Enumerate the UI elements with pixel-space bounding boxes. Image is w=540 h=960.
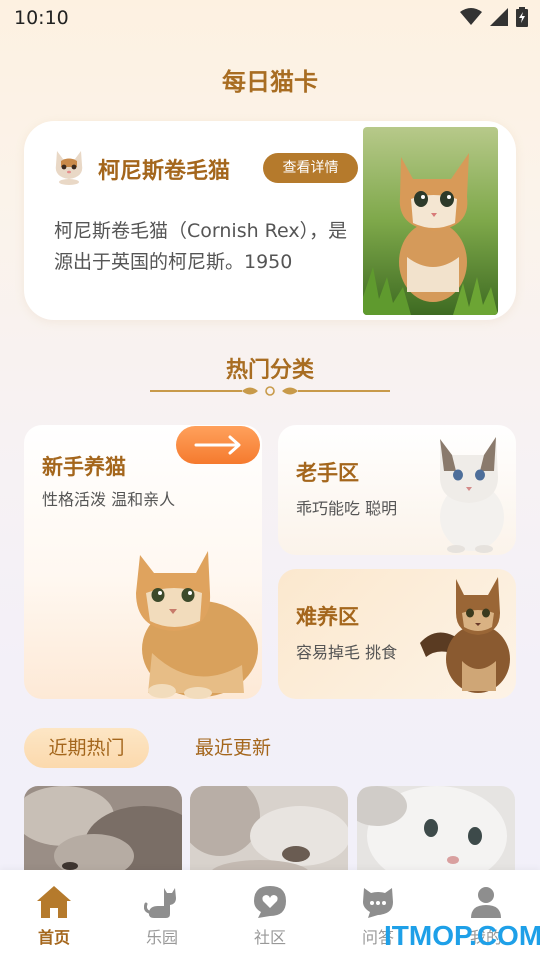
british-shorthair-cat-image xyxy=(136,551,258,699)
cat-photo-2 xyxy=(190,786,348,876)
category-hard-title: 难养区 xyxy=(296,605,359,629)
feed-thumbnail-2[interactable] xyxy=(190,786,348,876)
page-title: 每日猫卡 xyxy=(222,68,318,96)
daily-cat-name: 柯尼斯卷毛猫 xyxy=(98,159,231,184)
nav-label-home: 首页 xyxy=(37,928,70,947)
wifi-icon xyxy=(460,8,482,25)
kitten-photo xyxy=(363,127,498,315)
nav-item-community[interactable]: 社区 xyxy=(216,870,324,960)
cat-avatar-icon xyxy=(55,151,83,185)
user-icon xyxy=(471,887,501,918)
category-expert-title: 老手区 xyxy=(296,461,359,485)
status-icons xyxy=(460,7,528,27)
daily-cat-description: 柯尼斯卷毛猫（Cornish Rex），是源出于英国的柯尼斯。1950 xyxy=(54,220,348,273)
category-novice-subtitle: 性格活泼 温和亲人 xyxy=(42,490,176,509)
tab-recent-hot[interactable]: 近期热门 xyxy=(24,728,149,768)
category-expert-card[interactable]: 老手区 乖巧能吃 聪明 xyxy=(278,425,516,555)
nav-item-park[interactable]: 乐园 xyxy=(108,870,216,960)
tab-latest-updates[interactable]: 最近更新 xyxy=(195,728,271,768)
nav-item-home[interactable]: 首页 xyxy=(0,870,108,960)
category-hard-subtitle: 容易掉毛 挑食 xyxy=(296,643,398,662)
nav-label-community: 社区 xyxy=(253,928,286,947)
category-hard-card[interactable]: 难养区 容易掉毛 挑食 xyxy=(278,569,516,699)
ragdoll-cat-image xyxy=(440,437,504,553)
home-icon xyxy=(37,886,71,918)
cat-photo-3 xyxy=(357,786,515,876)
categories-title: 热门分类 xyxy=(225,358,314,383)
chat-bubble-icon xyxy=(363,888,393,918)
watermark: ITMOP.COM xyxy=(384,920,540,951)
category-expert-subtitle: 乖巧能吃 聪明 xyxy=(296,499,398,518)
category-novice-title: 新手养猫 xyxy=(42,455,126,479)
status-bar: 10:10 xyxy=(0,0,540,36)
novice-arrow-button[interactable] xyxy=(176,426,260,464)
signal-icon xyxy=(490,8,508,26)
cat-photo-1 xyxy=(24,786,182,876)
cat-icon xyxy=(144,888,176,918)
daily-cat-card[interactable]: 柯尼斯卷毛猫 查看详情 柯尼斯卷毛猫（Cornish Rex），是源出于英国的柯… xyxy=(24,121,516,320)
category-novice-card[interactable]: 新手养猫 性格活泼 温和亲人 xyxy=(24,425,262,699)
battery-icon xyxy=(516,7,528,27)
feed-thumbnail-1[interactable] xyxy=(24,786,182,876)
view-details-button[interactable]: 查看详情 xyxy=(263,153,358,183)
ornament-divider xyxy=(150,386,390,396)
maine-coon-cat-image xyxy=(420,577,510,693)
heart-chat-icon xyxy=(254,886,286,918)
feed-thumbnail-3[interactable] xyxy=(357,786,515,876)
nav-label-park: 乐园 xyxy=(145,928,178,947)
arrow-right-icon xyxy=(194,435,241,455)
status-time: 10:10 xyxy=(14,7,69,29)
